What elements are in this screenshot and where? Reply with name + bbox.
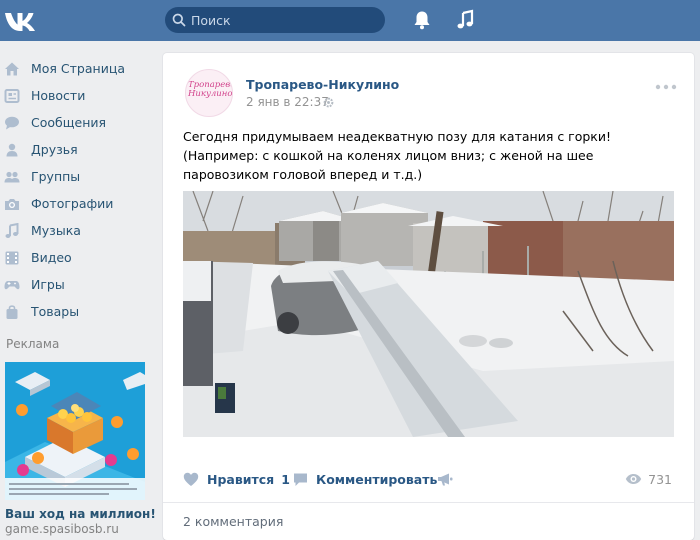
ad-banner-image[interactable] [5, 362, 145, 500]
nav-item-groups[interactable]: Группы [0, 163, 160, 190]
community-avatar[interactable]: Тропарево Никулино [185, 69, 233, 117]
nav-label: Моя Страница [31, 61, 125, 76]
avatar-logo-text: Тропарево Никулино [188, 80, 233, 99]
nav-label: Друзья [31, 142, 78, 157]
post-text: Сегодня придумываем неадекватную позу дл… [183, 129, 611, 182]
nav-label: Видео [31, 250, 72, 265]
ad-title-link[interactable]: Ваш ход на миллион! [5, 507, 156, 521]
music-note-icon[interactable] [455, 9, 477, 31]
post-date[interactable]: 2 янв в 22:37 [246, 95, 329, 109]
nav-label: Сообщения [31, 115, 107, 130]
nav-item-photos[interactable]: Фотографии [0, 190, 160, 217]
comments-count-link[interactable]: 2 комментария [183, 514, 283, 529]
groups-icon [3, 168, 21, 186]
share-button[interactable] [437, 469, 454, 489]
music-icon [3, 222, 21, 240]
like-count: 1 [281, 471, 290, 487]
camera-icon [3, 195, 21, 213]
search-icon [172, 13, 186, 27]
search-input[interactable] [191, 11, 376, 29]
nav-item-messages[interactable]: Сообщения [0, 109, 160, 136]
heart-icon [183, 472, 199, 486]
like-button[interactable]: Нравится 1 [183, 469, 290, 489]
news-icon [3, 87, 21, 105]
nav-label: Группы [31, 169, 81, 184]
comment-icon [294, 473, 307, 486]
shopping-bag-icon [3, 303, 21, 321]
nav-item-my-page[interactable]: Моя Страница [0, 55, 160, 82]
post-photo[interactable] [183, 191, 674, 437]
views-counter: 731 [625, 469, 672, 489]
ad-domain: game.spasibosb.ru [5, 522, 119, 536]
nav-label: Фотографии [31, 196, 114, 211]
nav-item-friends[interactable]: Друзья [0, 136, 160, 163]
video-icon [3, 249, 21, 267]
nav-label: Товары [31, 304, 80, 319]
wall-post: Тропарево Никулино Тропарево-Никулино 2 … [163, 53, 694, 540]
comment-button[interactable]: Комментировать [293, 469, 437, 489]
nav-label: Игры [31, 277, 65, 292]
ads-heading: Реклама [6, 337, 60, 351]
nav-label: Музыка [31, 223, 81, 238]
comment-label: Комментировать [316, 471, 438, 487]
nav-item-news[interactable]: Новости [0, 82, 160, 109]
megaphone-icon [438, 473, 453, 485]
more-options-icon[interactable] [655, 79, 677, 90]
bell-icon[interactable] [411, 9, 433, 31]
post-author-link[interactable]: Тропарево-Никулино [246, 77, 399, 92]
gear-icon [323, 96, 334, 111]
home-icon [3, 60, 21, 78]
friend-icon [3, 141, 21, 159]
post-actions: Нравится 1 Комментировать 731 [183, 469, 678, 489]
messages-icon [3, 114, 21, 132]
gamepad-icon [3, 276, 21, 294]
top-bar [0, 0, 700, 41]
search-box[interactable] [165, 7, 385, 33]
left-nav: Моя Страница Новости Сообщения Друзья Гр… [0, 55, 160, 325]
nav-label: Новости [31, 88, 86, 103]
eye-icon [625, 474, 642, 484]
nav-item-music[interactable]: Музыка [0, 217, 160, 244]
divider [163, 502, 694, 503]
views-count: 731 [648, 471, 672, 487]
nav-item-market[interactable]: Товары [0, 298, 160, 325]
nav-item-games[interactable]: Игры [0, 271, 160, 298]
vk-logo-icon[interactable] [4, 7, 38, 33]
like-label: Нравится [207, 471, 275, 487]
nav-item-video[interactable]: Видео [0, 244, 160, 271]
